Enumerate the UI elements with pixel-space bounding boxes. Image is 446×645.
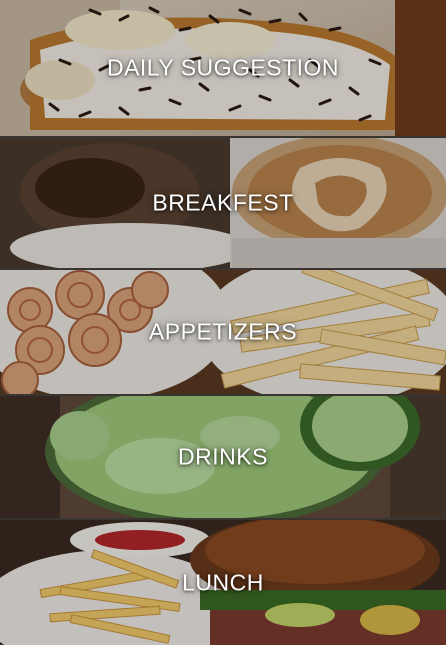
category-tile-drinks[interactable]: DRINKS: [0, 396, 446, 518]
category-tile-lunch[interactable]: LUNCH: [0, 520, 446, 645]
category-tile-breakfest[interactable]: BREAKFEST: [0, 138, 446, 268]
category-label: DRINKS: [178, 443, 268, 470]
category-label: APPETIZERS: [148, 318, 298, 345]
category-tile-appetizers[interactable]: APPETIZERS: [0, 270, 446, 394]
category-label: DAILY SUGGESTION: [106, 54, 340, 81]
category-list: DAILY SUGGESTION BREAKFEST APPETIZERS DR…: [0, 0, 446, 645]
category-label: BREAKFEST: [152, 189, 294, 216]
category-label: LUNCH: [182, 569, 264, 595]
category-tile-daily-suggestion[interactable]: DAILY SUGGESTION: [0, 0, 446, 136]
